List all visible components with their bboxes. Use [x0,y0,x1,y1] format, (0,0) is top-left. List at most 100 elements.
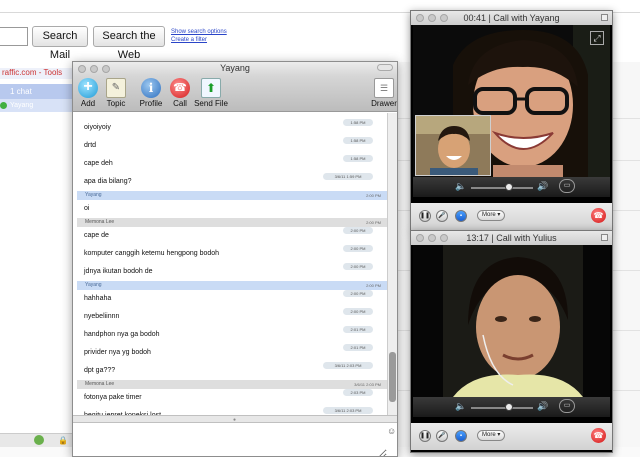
message-timestamp: 3/6/11 2:03 PM [323,362,373,369]
scrollbar-thumb[interactable] [389,352,396,402]
sender-timestamp: 3/6/11 2:03 PM [354,382,381,387]
lock-icon: 🔒 [58,436,68,445]
emoji-icon[interactable]: ☺ [387,426,397,436]
toolbar-toggle-icon[interactable] [377,64,393,71]
camera-button[interactable]: ▪ [455,210,467,222]
hang-up-button[interactable]: ☎ [591,208,606,223]
sender-header: Yayang 2:00 PM [77,281,387,290]
sender-header: Memona Lee 3/6/11 2:03 PM [77,380,387,389]
search-mail-button[interactable]: Search Mail [32,26,88,61]
message-timestamp: 2:01 PM [343,326,373,333]
sender-timestamp: 2:00 PM [366,220,381,225]
sender-name: Yayang [85,282,102,288]
close-icon[interactable] [416,14,424,22]
video-layout-icon[interactable]: ▭ [559,179,575,193]
video-controls: 🔈 🔊 ▭ [413,177,610,197]
call-button[interactable]: ☎ Call [169,78,191,108]
sender-timestamp: 2:00 PM [366,283,381,288]
video-titlebar[interactable]: 00:41 | Call with Yayang [411,11,612,25]
traffic-tab[interactable]: raffic.com - Tools [0,68,72,79]
message-text: cape deh [84,160,113,167]
volume-slider-knob[interactable] [505,183,514,191]
more-button[interactable]: More ▾ [477,210,505,221]
message-timestamp: 2:00 PM [343,263,373,270]
mute-mic-button[interactable]: 🎤 [436,210,448,222]
info-icon: i [141,78,161,98]
close-icon[interactable] [416,234,424,242]
zoom-icon[interactable] [440,14,448,22]
message-timestamp: 2:03 PM [343,389,373,396]
remote-video-feed [413,245,610,421]
notepad-icon: ✎ [106,78,126,98]
message-timestamp: 1:58 PM [343,137,373,144]
message-text: hahhaha [84,295,112,302]
message-timestamp: 1:58 PM [343,119,373,126]
video-titlebar[interactable]: 13:17 | Call with Yulius [411,231,612,245]
message-text: nyebeliinnn [84,313,120,320]
message-list[interactable]: oiyoiyoiy 1:58 PM drtd 1:58 PM cape deh 1:58 … [73,113,387,415]
call-title: 00:41 | Call with Yayang [463,13,560,23]
search-input[interactable] [0,27,28,46]
phone-icon: ☎ [170,78,190,98]
message-text: jdnya ikutan bodoh de [84,268,153,275]
message-text: oi [84,205,90,212]
message-text: oiyoiyoiy [84,124,111,131]
sender-timestamp: 2:00 PM [366,193,381,198]
message-text: dpt ga??? [84,367,116,374]
divider-grip-icon: ● [233,417,237,423]
send-file-button[interactable]: ⬆ Send File [194,78,228,108]
volume-slider[interactable] [471,407,533,409]
topic-button[interactable]: ✎ Topic [103,78,129,108]
window-resize-icon[interactable] [601,14,608,21]
drawer-icon: ☰ [374,78,394,98]
pause-button[interactable]: ❚❚ [419,210,431,222]
message-timestamp: 2:00 PM [343,227,373,234]
mute-mic-button[interactable]: 🎤 [436,430,448,442]
camera-button[interactable]: ▪ [455,430,467,442]
pause-button[interactable]: ❚❚ [419,430,431,442]
sender-name: Memona Lee [85,219,115,225]
chat-count-header[interactable]: 1 chat [0,84,72,99]
chat-toolbar: + Add ✎ Topic i Profile ☎ Call ⬆ Send Fi… [73,76,397,112]
chat-contact-row[interactable]: Yayang [0,99,72,112]
more-button[interactable]: More ▾ [477,430,505,441]
video-call-window-yayang: 00:41 | Call with Yayang ⤢ 🔈 🔊 ▭ ❚❚ 🎤 ▪ … [410,10,613,231]
message-timestamp: 3/6/11 1:59 PM [323,173,373,180]
message-timestamp: 2:00 PM [343,245,373,252]
add-label: Add [80,99,96,108]
profile-button[interactable]: i Profile [139,78,163,108]
online-status-icon [0,102,7,109]
volume-slider-knob[interactable] [505,403,514,411]
remote-video-image [413,245,610,397]
self-view-image [416,116,490,175]
add-button[interactable]: + Add [77,78,99,108]
drawer-label: Drawer [371,99,397,108]
fullscreen-icon[interactable]: ⤢ [590,31,604,45]
chat-title: Yayang [220,63,250,73]
sender-name: Memona Lee [85,381,115,387]
volume-slider[interactable] [471,187,533,189]
status-menu-icon[interactable] [34,435,44,445]
video-controls: 🔈 🔊 ▭ [413,397,610,417]
create-filter-link[interactable]: Create a filter [171,37,207,43]
message-text: fotonya pake timer [84,394,142,401]
minimize-icon[interactable] [428,14,436,22]
add-icon: + [78,78,98,98]
volume-low-icon: 🔈 [455,181,467,191]
message-timestamp: 1:58 PM [343,155,373,162]
drawer-button[interactable]: ☰ Drawer [371,78,397,108]
video-call-window-yulius: 13:17 | Call with Yulius 🔈 🔊 ▭ ❚❚ 🎤 ▪ Mo… [410,230,613,453]
message-timestamp: 2:01 PM [343,344,373,351]
hang-up-button[interactable]: ☎ [591,428,606,443]
message-input[interactable] [73,424,387,456]
video-layout-icon[interactable]: ▭ [559,399,575,413]
window-resize-icon[interactable] [601,234,608,241]
search-web-button[interactable]: Search the Web [93,26,165,61]
message-timestamp: 2:00 PM [343,308,373,315]
zoom-icon[interactable] [440,234,448,242]
show-search-options-link[interactable]: Show search options [171,29,227,35]
minimize-icon[interactable] [428,234,436,242]
chat-titlebar[interactable]: Yayang [73,62,397,76]
self-view-video[interactable] [415,115,491,176]
sender-name: Yayang [85,192,102,198]
